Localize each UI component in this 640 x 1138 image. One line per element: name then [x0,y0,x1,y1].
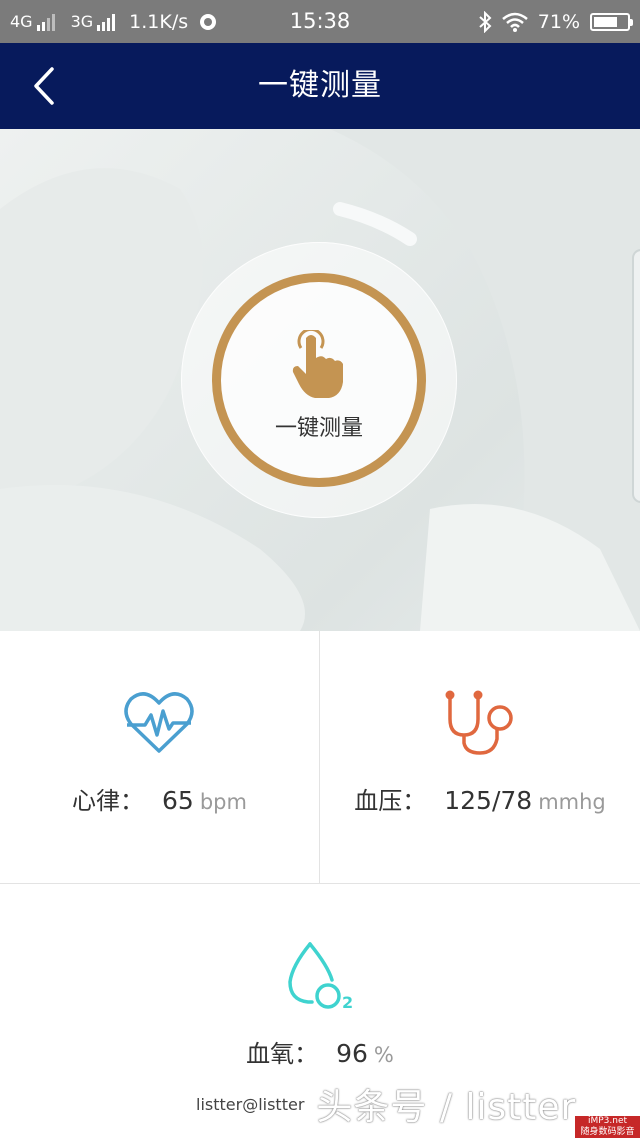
heart-rate-unit: bpm [199,790,247,814]
tap-hand-icon [292,330,343,398]
blood-oxygen-row: 血氧： 96% [0,1034,640,1069]
oxygen-drop-icon: 2 [288,942,353,1012]
site-badge-line1: iMP3.net [587,1116,628,1126]
bluetooth-icon [479,10,492,33]
heart-rate-icon [124,692,194,753]
nav-bar: 一键测量 [0,43,640,129]
heart-rate-value: 65 [162,786,194,815]
blood-oxygen-value: 96 [336,1039,368,1068]
site-badge: iMP3.net 随身数码影音 [575,1116,640,1138]
blood-pressure-value: 125/78 [444,786,533,815]
blood-pressure-card[interactable]: 血压： 125/78 mmhg [320,631,640,884]
heart-rate-label: 心律： [72,787,145,815]
battery-icon [590,12,633,31]
blood-pressure-unit: mmhg [538,790,606,814]
page-title: 一键测量 [258,68,382,103]
blood-pressure-label: 血压： [354,787,427,815]
side-handle [632,249,640,503]
blood-oxygen-unit: % [373,1043,394,1067]
wifi-icon [501,12,528,32]
watermark-big: 头条号 / listter [316,1087,577,1128]
stethoscope-icon [445,690,513,755]
hero-background: 一键测量 [0,129,640,631]
measure-button-label: 一键测量 [274,416,363,441]
svg-text:2: 2 [342,993,353,1012]
battery-percent: 71% [537,10,580,33]
blood-pressure-row: 血压： 125/78 mmhg [320,781,640,816]
site-badge-line2: 随身数码影音 [580,1127,635,1137]
watermark-small: listter@listter [196,1094,305,1114]
status-bar: 4G 3G 1.1K/s 15:38 71% [0,0,640,43]
heart-rate-row: 心律： 65 bpm [0,781,319,816]
one-key-measure-button[interactable]: 一键测量 [212,273,426,487]
status-right: 71% [478,0,633,43]
watermark: listter@listter 头条号 / listter [196,1078,576,1130]
blood-oxygen-label: 血氧： [246,1040,319,1068]
heart-rate-card[interactable]: 心律： 65 bpm [0,631,320,884]
metrics-panel: 心律： 65 bpm 血压： 125/78 mmhg 2 血氧： 96% [0,631,640,1138]
